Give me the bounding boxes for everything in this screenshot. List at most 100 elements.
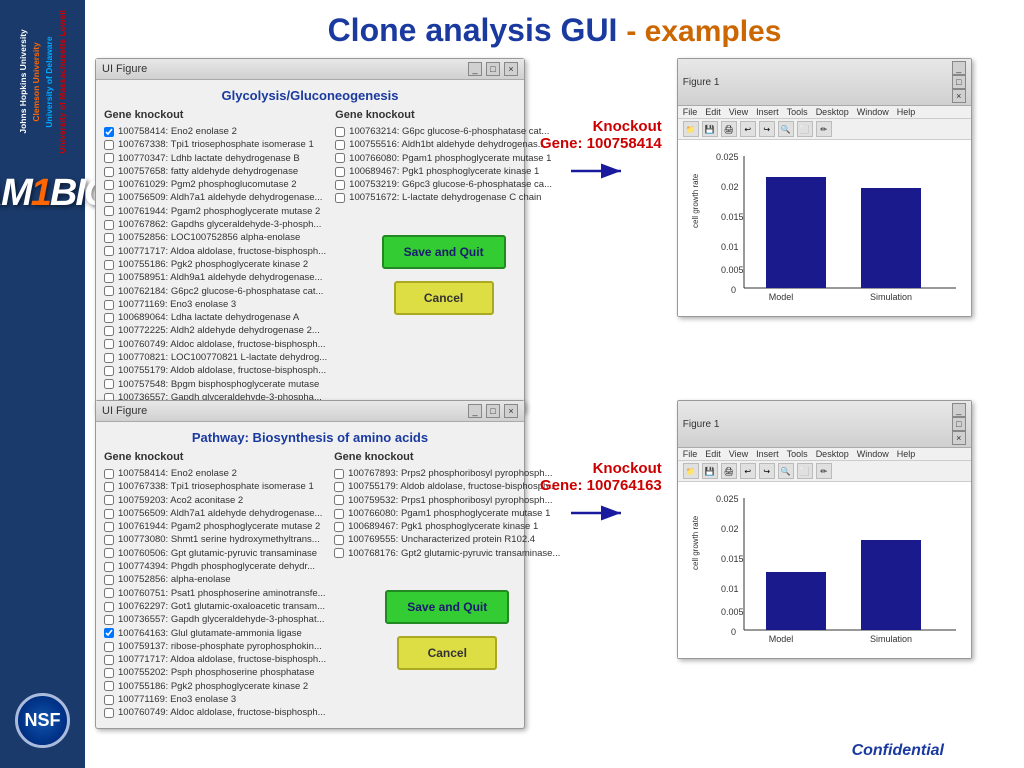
fig-close-top[interactable]: ×: [952, 89, 966, 103]
cancel-button-bottom[interactable]: Cancel: [397, 636, 497, 670]
toolbar-btn-b1[interactable]: 📁: [683, 463, 699, 479]
gene-checkbox[interactable]: [104, 509, 114, 519]
menu-desktop-bottom[interactable]: Desktop: [816, 449, 849, 459]
menu-edit-bottom[interactable]: Edit: [705, 449, 721, 459]
gene-checkbox[interactable]: [104, 326, 114, 336]
gene-checkbox[interactable]: [104, 260, 114, 270]
gene-checkbox[interactable]: [334, 522, 344, 532]
gene-checkbox[interactable]: [104, 562, 114, 572]
gene-checkbox[interactable]: [334, 548, 344, 558]
toolbar-btn-b3[interactable]: 🖨: [721, 463, 737, 479]
minimize-btn-bottom[interactable]: _: [468, 404, 482, 418]
gene-checkbox[interactable]: [104, 273, 114, 283]
gene-checkbox[interactable]: [104, 695, 114, 705]
menu-window-top[interactable]: Window: [857, 107, 889, 117]
maximize-btn-top[interactable]: □: [486, 62, 500, 76]
close-btn-bottom[interactable]: ×: [504, 404, 518, 418]
gene-checkbox[interactable]: [104, 681, 114, 691]
gene-checkbox[interactable]: [104, 313, 114, 323]
save-quit-button-bottom[interactable]: Save and Quit: [385, 590, 509, 624]
gene-checkbox[interactable]: [104, 300, 114, 310]
gene-checkbox[interactable]: [104, 379, 114, 389]
toolbar-btn-b8[interactable]: ✏: [816, 463, 832, 479]
gene-checkbox[interactable]: [104, 482, 114, 492]
toolbar-btn-8[interactable]: ✏: [816, 121, 832, 137]
menu-window-bottom[interactable]: Window: [857, 449, 889, 459]
gene-checkbox[interactable]: [104, 469, 114, 479]
toolbar-btn-1[interactable]: 📁: [683, 121, 699, 137]
minimize-btn-top[interactable]: _: [468, 62, 482, 76]
gene-checkbox[interactable]: [104, 286, 114, 296]
menu-view-bottom[interactable]: View: [729, 449, 748, 459]
gene-checkbox[interactable]: [104, 193, 114, 203]
gene-checkbox[interactable]: [104, 535, 114, 545]
gene-checkbox[interactable]: [104, 206, 114, 216]
menu-desktop-top[interactable]: Desktop: [816, 107, 849, 117]
gene-checkbox[interactable]: [104, 655, 114, 665]
gene-checkbox[interactable]: [104, 668, 114, 678]
toolbar-btn-2[interactable]: 💾: [702, 121, 718, 137]
menu-tools-bottom[interactable]: Tools: [787, 449, 808, 459]
gene-checkbox[interactable]: [334, 535, 344, 545]
gene-checkbox[interactable]: [335, 140, 345, 150]
gene-checkbox[interactable]: [335, 180, 345, 190]
gene-checkbox[interactable]: [104, 140, 114, 150]
gene-checkbox[interactable]: [104, 127, 114, 137]
gene-checkbox[interactable]: [104, 233, 114, 243]
gene-checkbox[interactable]: [104, 575, 114, 585]
toolbar-btn-b2[interactable]: 💾: [702, 463, 718, 479]
maximize-btn-bottom[interactable]: □: [486, 404, 500, 418]
gene-checkbox[interactable]: [104, 548, 114, 558]
gene-checkbox[interactable]: [335, 193, 345, 203]
menu-help-bottom[interactable]: Help: [897, 449, 916, 459]
toolbar-btn-6[interactable]: 🔍: [778, 121, 794, 137]
menu-edit-top[interactable]: Edit: [705, 107, 721, 117]
toolbar-btn-b7[interactable]: ⬜: [797, 463, 813, 479]
gene-checkbox[interactable]: [104, 642, 114, 652]
toolbar-btn-5[interactable]: ↪: [759, 121, 775, 137]
menu-tools-top[interactable]: Tools: [787, 107, 808, 117]
gene-checkbox[interactable]: [104, 615, 114, 625]
gene-checkbox[interactable]: [104, 339, 114, 349]
gene-checkbox[interactable]: [334, 509, 344, 519]
gene-checkbox[interactable]: [104, 153, 114, 163]
toolbar-btn-b4[interactable]: ↩: [740, 463, 756, 479]
gene-checkbox[interactable]: [104, 495, 114, 505]
gene-checkbox[interactable]: [335, 127, 345, 137]
gene-checkbox[interactable]: [104, 522, 114, 532]
gene-checkbox[interactable]: [334, 495, 344, 505]
menu-file-bottom[interactable]: File: [683, 449, 698, 459]
save-quit-button-top[interactable]: Save and Quit: [382, 235, 506, 269]
fig-close-bottom[interactable]: ×: [952, 431, 966, 445]
gene-checkbox[interactable]: [334, 469, 344, 479]
gene-checkbox[interactable]: [104, 602, 114, 612]
gene-checkbox[interactable]: [335, 153, 345, 163]
gene-checkbox[interactable]: [104, 246, 114, 256]
gene-checkbox[interactable]: [104, 180, 114, 190]
menu-file-top[interactable]: File: [683, 107, 698, 117]
toolbar-btn-4[interactable]: ↩: [740, 121, 756, 137]
gene-checkbox[interactable]: [334, 482, 344, 492]
gene-checkbox[interactable]: [104, 220, 114, 230]
toolbar-btn-b5[interactable]: ↪: [759, 463, 775, 479]
gene-checkbox[interactable]: [104, 588, 114, 598]
menu-help-top[interactable]: Help: [897, 107, 916, 117]
toolbar-btn-3[interactable]: 🖨: [721, 121, 737, 137]
fig-minimize-bottom[interactable]: _: [952, 403, 966, 417]
gene-checkbox[interactable]: [104, 167, 114, 177]
gene-checkbox[interactable]: [104, 708, 114, 718]
gene-checkbox[interactable]: [335, 167, 345, 177]
menu-insert-top[interactable]: Insert: [756, 107, 779, 117]
fig-maximize-top[interactable]: □: [952, 75, 966, 89]
menu-insert-bottom[interactable]: Insert: [756, 449, 779, 459]
menu-view-top[interactable]: View: [729, 107, 748, 117]
fig-minimize-top[interactable]: _: [952, 61, 966, 75]
toolbar-btn-7[interactable]: ⬜: [797, 121, 813, 137]
close-btn-top[interactable]: ×: [504, 62, 518, 76]
toolbar-btn-b6[interactable]: 🔍: [778, 463, 794, 479]
gene-checkbox[interactable]: [104, 353, 114, 363]
gene-checkbox[interactable]: [104, 366, 114, 376]
cancel-button-top[interactable]: Cancel: [394, 281, 494, 315]
fig-maximize-bottom[interactable]: □: [952, 417, 966, 431]
gene-checkbox[interactable]: [104, 628, 114, 638]
